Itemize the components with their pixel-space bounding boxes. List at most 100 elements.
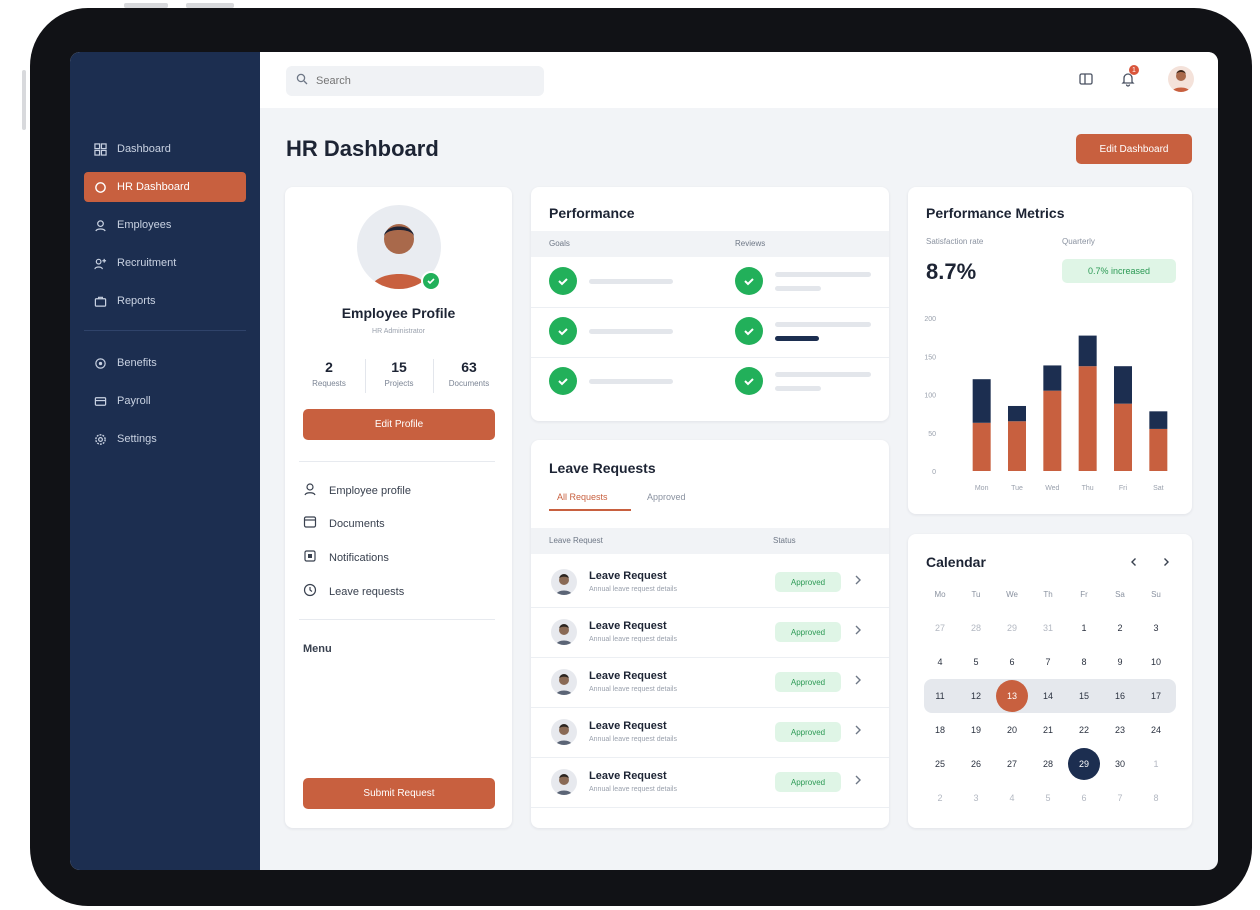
calendar-day[interactable]: 3: [1140, 614, 1172, 642]
calendar-day[interactable]: 12: [960, 682, 992, 710]
sidebar-item-reports[interactable]: Reports: [84, 286, 246, 316]
leave-table-head: Leave Request Status: [531, 528, 889, 554]
leave-title: Leave Requests: [549, 460, 656, 476]
calendar-day[interactable]: 11: [924, 682, 956, 710]
leave-request-row[interactable]: Leave Request Annual leave request detai…: [531, 708, 889, 758]
chevron-right-icon[interactable]: [1156, 552, 1176, 572]
calendar-day[interactable]: 31: [1032, 614, 1064, 642]
link-notifications[interactable]: Notifications: [303, 549, 389, 566]
calendar-day[interactable]: 7: [1032, 648, 1064, 676]
calendar-day[interactable]: 25: [924, 750, 956, 778]
notification-badge: 1: [1129, 65, 1139, 75]
column-header: Leave Request: [549, 536, 603, 545]
calendar-day[interactable]: 5: [960, 648, 992, 676]
chevron-right-icon[interactable]: [853, 773, 867, 789]
sidebar-item-payroll[interactable]: Payroll: [84, 386, 246, 416]
calendar-day[interactable]: 22: [1068, 716, 1100, 744]
sidebar-item-employees[interactable]: Employees: [84, 210, 246, 240]
link-label: Documents: [329, 517, 385, 530]
calendar-day[interactable]: 30: [1104, 750, 1136, 778]
menu-label: Menu: [303, 643, 332, 655]
calendar-day[interactable]: 27: [924, 614, 956, 642]
leave-request-row[interactable]: Leave Request Annual leave request detai…: [531, 608, 889, 658]
calendar-day[interactable]: 4: [996, 784, 1028, 812]
calendar-day[interactable]: 16: [1104, 682, 1136, 710]
leave-request-row[interactable]: Leave Request Annual leave request detai…: [531, 558, 889, 608]
calendar-day[interactable]: 17: [1140, 682, 1172, 710]
sidebar-divider: [84, 330, 246, 331]
layout-icon[interactable]: [1075, 68, 1097, 90]
calendar-day[interactable]: 27: [996, 750, 1028, 778]
chevron-right-icon[interactable]: [853, 623, 867, 639]
calendar-day[interactable]: 9: [1104, 648, 1136, 676]
calendar-day[interactable]: 1: [1068, 614, 1100, 642]
link-label: Leave requests: [329, 585, 405, 598]
edit-profile-button[interactable]: Edit Profile: [303, 409, 495, 440]
calendar-day[interactable]: 8: [1068, 648, 1100, 676]
calendar-day[interactable]: 13: [996, 682, 1028, 710]
calendar-day[interactable]: 29: [996, 614, 1028, 642]
check-circle-icon: [549, 267, 577, 295]
sidebar-item-benefits[interactable]: Benefits: [84, 348, 246, 378]
calendar-day[interactable]: 4: [924, 648, 956, 676]
link-employee-profile[interactable]: Employee profile: [303, 482, 411, 499]
employee-avatar: [551, 719, 577, 745]
calendar-day[interactable]: 2: [1104, 614, 1136, 642]
progress-placeholder: [589, 329, 673, 334]
calendar-day[interactable]: 6: [996, 648, 1028, 676]
calendar-day[interactable]: 6: [1068, 784, 1100, 812]
calendar-day[interactable]: 5: [1032, 784, 1064, 812]
calendar-day[interactable]: 8: [1140, 784, 1172, 812]
calendar-day[interactable]: 15: [1068, 682, 1100, 710]
search-bar[interactable]: [286, 66, 544, 96]
tab-approved[interactable]: Approved: [647, 492, 686, 502]
profile-name: Employee Profile: [341, 305, 456, 321]
calendar-day[interactable]: 23: [1104, 716, 1136, 744]
calendar-day[interactable]: 1: [1140, 750, 1172, 778]
calendar-day[interactable]: 7: [1104, 784, 1136, 812]
chevron-left-icon[interactable]: [1124, 552, 1144, 572]
sidebar-item-settings[interactable]: Settings: [84, 424, 246, 454]
leave-request-subtitle: Annual leave request details: [589, 686, 677, 693]
sidebar-item-recruitment[interactable]: Recruitment: [84, 248, 246, 278]
tab-all-requests[interactable]: All Requests: [557, 492, 608, 502]
bell-icon[interactable]: 1: [1117, 65, 1139, 90]
y-tick-label: 150: [924, 354, 936, 361]
calendar-day[interactable]: 20: [996, 716, 1028, 744]
weekday-label: Th: [1043, 589, 1053, 599]
chevron-right-icon[interactable]: [853, 573, 867, 589]
sidebar-item-label: Reports: [117, 295, 156, 307]
leave-request-row[interactable]: Leave Request Annual leave request detai…: [531, 658, 889, 708]
y-tick-label: 200: [924, 316, 936, 323]
calendar-day[interactable]: 2: [924, 784, 956, 812]
leave-request-row[interactable]: Leave Request Annual leave request detai…: [531, 758, 889, 808]
bar-segment-series-0: [1043, 390, 1062, 471]
submit-request-button[interactable]: Submit Request: [303, 778, 495, 809]
x-tick-label: Mon: [975, 485, 989, 492]
check-circle-icon: [735, 367, 763, 395]
search-input[interactable]: [316, 75, 516, 87]
progress-placeholder: [589, 379, 673, 384]
calendar-day[interactable]: 28: [1032, 750, 1064, 778]
link-leave-requests[interactable]: Leave requests: [303, 583, 404, 600]
calendar-day[interactable]: 19: [960, 716, 992, 744]
calendar-day[interactable]: 21: [1032, 716, 1064, 744]
edit-dashboard-button[interactable]: Edit Dashboard: [1076, 134, 1192, 164]
sidebar-item-hr-dashboard[interactable]: HR Dashboard: [84, 172, 246, 202]
stat-divider: [365, 359, 366, 393]
calendar-day[interactable]: 24: [1140, 716, 1172, 744]
sidebar-item-dashboard[interactable]: Dashboard: [84, 134, 246, 164]
sidebar-item-label: Settings: [117, 433, 157, 445]
chevron-right-icon[interactable]: [853, 673, 867, 689]
calendar-day[interactable]: 3: [960, 784, 992, 812]
avatar[interactable]: [1168, 66, 1194, 92]
calendar-day[interactable]: 29: [1068, 750, 1100, 778]
calendar-day[interactable]: 10: [1140, 648, 1172, 676]
employee-avatar: [551, 619, 577, 645]
calendar-day[interactable]: 28: [960, 614, 992, 642]
chevron-right-icon[interactable]: [853, 723, 867, 739]
link-documents[interactable]: Documents: [303, 515, 385, 532]
calendar-day[interactable]: 18: [924, 716, 956, 744]
calendar-day[interactable]: 14: [1032, 682, 1064, 710]
calendar-day[interactable]: 26: [960, 750, 992, 778]
